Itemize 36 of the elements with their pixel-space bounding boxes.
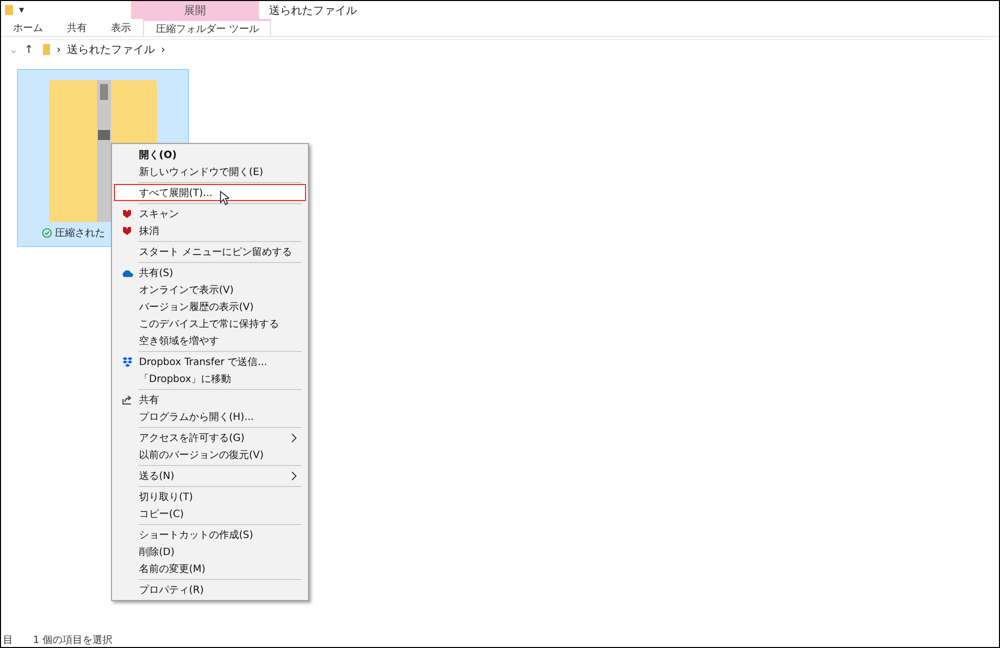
quick-access-caret[interactable]: ▾: [19, 4, 24, 16]
address-bar[interactable]: › 送られたファイル ›: [39, 39, 991, 59]
folder-icon[interactable]: [5, 5, 13, 15]
share-icon: [122, 394, 132, 404]
breadcrumb[interactable]: ›: [56, 43, 61, 56]
menu-item[interactable]: プロパティ(R): [114, 581, 306, 598]
menu-item[interactable]: このデバイス上で常に保持する: [114, 315, 306, 332]
menu-item[interactable]: 空き領域を増やす: [114, 332, 306, 349]
menu-item[interactable]: オンラインで表示(V): [114, 281, 306, 298]
menu-item[interactable]: 共有: [114, 391, 306, 408]
up-button[interactable]: ↑: [24, 42, 34, 56]
menu-item[interactable]: アクセスを許可する(G): [114, 429, 306, 446]
cloud-icon: [121, 268, 133, 276]
status-text: 目: [3, 634, 13, 647]
menu-item[interactable]: バージョン履歴の表示(V): [114, 298, 306, 315]
menu-item[interactable]: プログラムから開く(H)...: [114, 408, 306, 425]
menu-item[interactable]: Dropbox Transfer で送信...: [114, 353, 306, 370]
box-icon: [122, 356, 132, 366]
folder-icon: [43, 44, 50, 55]
menu-item[interactable]: 切り取り(T): [114, 488, 306, 505]
status-text: 1 個の項目を選択: [33, 634, 113, 647]
menu-item[interactable]: 以前のバージョンの復元(V): [114, 446, 306, 463]
file-name: 圧縮された: [55, 226, 105, 240]
menu-item[interactable]: 名前の変更(M): [114, 560, 306, 577]
menu-item[interactable]: 共有(S): [114, 264, 306, 281]
mouse-cursor-icon: [220, 191, 230, 205]
ribbon-tab[interactable]: 圧縮フォルダー ツール: [143, 19, 271, 36]
menu-item[interactable]: ショートカットの作成(S): [114, 526, 306, 543]
menu-item[interactable]: 「Dropbox」に移動: [114, 370, 306, 387]
menu-item[interactable]: 削除(D): [114, 543, 306, 560]
menu-item[interactable]: コピー(C): [114, 505, 306, 522]
context-tab-group: 展開: [131, 1, 259, 19]
breadcrumb[interactable]: 送られたファイル: [66, 42, 155, 57]
breadcrumb[interactable]: ›: [160, 43, 166, 56]
window-title: 送られたファイル: [268, 2, 357, 18]
menu-item[interactable]: 送る(N): [114, 467, 306, 484]
